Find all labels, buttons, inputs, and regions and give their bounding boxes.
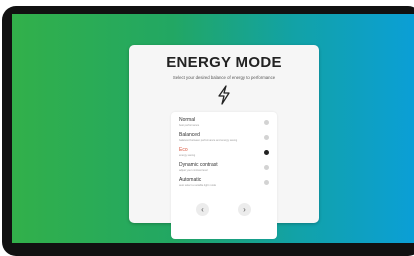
chevron-right-icon: ›: [243, 205, 246, 214]
option-label: Automatic: [179, 177, 202, 183]
dialog-title: ENERGY MODE: [166, 54, 282, 71]
energy-mode-options: Normal best performance Balanced balance…: [171, 112, 277, 239]
radio-button[interactable]: [264, 180, 269, 185]
option-description: energy saving: [179, 153, 196, 157]
radio-button[interactable]: [264, 165, 269, 170]
energy-mode-dialog: ENERGY MODE Select your desired balance …: [129, 45, 319, 239]
option-description: best performance: [179, 123, 200, 127]
option-dynamic-contrast[interactable]: Dynamic contrast adjust your contrast le…: [179, 162, 269, 176]
dialog-subtitle: Select your desired balance of energy to…: [172, 75, 276, 80]
lightning-bolt-icon: [218, 85, 230, 105]
option-description: adjust your contrast level: [179, 168, 208, 172]
option-normal[interactable]: Normal best performance: [179, 117, 269, 131]
option-description: balanced between performance and energy …: [179, 138, 238, 142]
radio-button[interactable]: [264, 120, 269, 125]
previous-button[interactable]: ‹: [196, 203, 209, 216]
radio-button[interactable]: [264, 135, 269, 140]
option-balanced[interactable]: Balanced balanced between performance an…: [179, 132, 269, 146]
option-label: Dynamic contrast: [179, 162, 218, 168]
option-label: Balanced: [179, 132, 200, 138]
option-eco[interactable]: Eco energy saving: [179, 147, 269, 161]
option-automatic[interactable]: Automatic auto select a suitable light m…: [179, 177, 269, 191]
option-label: Eco: [179, 147, 188, 153]
radio-button-selected[interactable]: [264, 150, 269, 155]
next-button[interactable]: ›: [238, 203, 251, 216]
option-description: auto select a suitable light mode: [179, 183, 217, 187]
chevron-left-icon: ‹: [201, 205, 204, 214]
option-label: Normal: [179, 117, 196, 123]
